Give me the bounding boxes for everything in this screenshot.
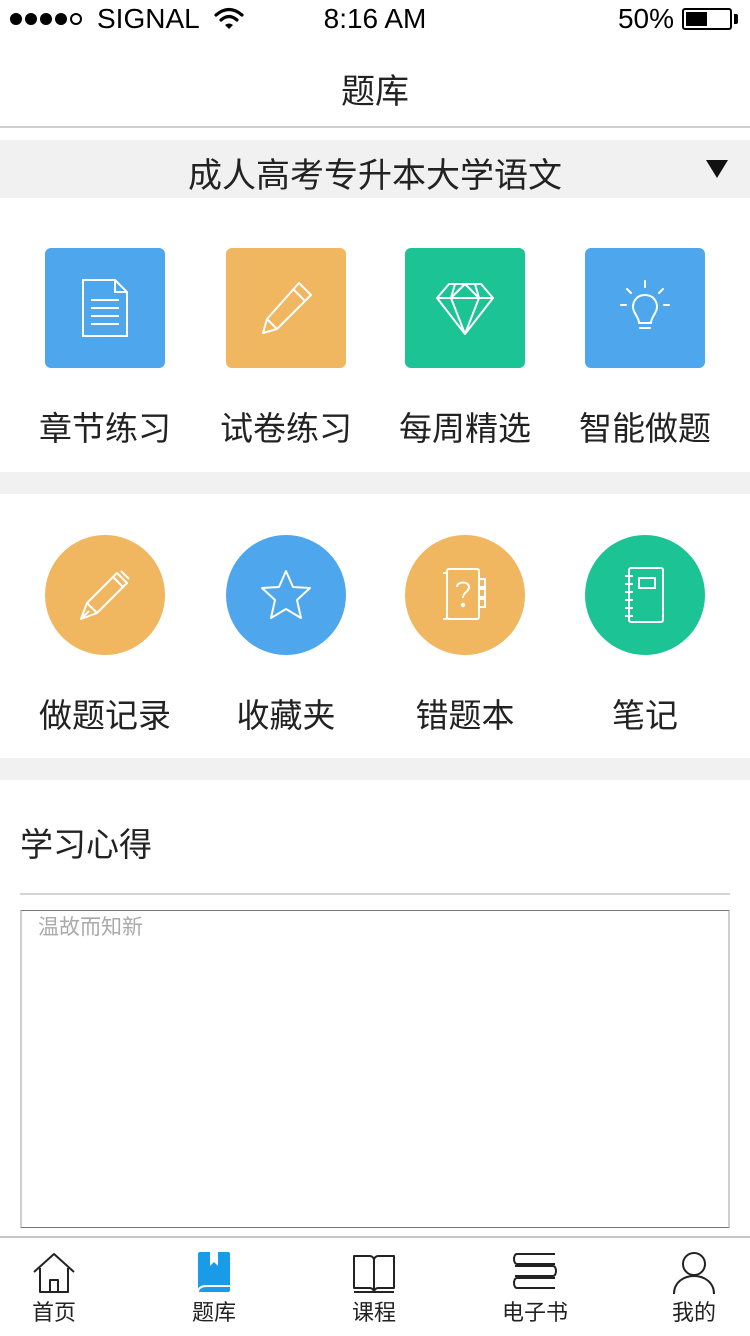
- tab-courses[interactable]: 课程: [299, 1238, 449, 1336]
- section-separator: [0, 472, 750, 494]
- tab-label: 题库: [191, 1301, 236, 1326]
- section-separator: [0, 758, 750, 780]
- tile-label: 智能做题: [579, 409, 711, 448]
- tab-label: 我的: [671, 1301, 716, 1326]
- tile-label: 试卷练习: [220, 409, 352, 448]
- practice-section: 章节练习 试卷练习 每周精选 智能做题: [0, 198, 750, 472]
- tab-home[interactable]: 首页: [0, 1238, 129, 1336]
- diamond-icon: [405, 248, 525, 368]
- document-icon: [45, 248, 165, 368]
- battery-icon: [682, 8, 732, 30]
- tab-bar: 首页 题库 课程 电子书 我的: [0, 1236, 750, 1336]
- pen-icon: [45, 535, 165, 655]
- tools-section: 做题记录 收藏夹 错题本 笔记: [0, 494, 750, 758]
- page-title: 题库: [341, 72, 409, 112]
- tab-question-bank[interactable]: 题库: [139, 1238, 289, 1336]
- notes-title: 学习心得: [20, 825, 152, 864]
- tile-label: 章节练习: [39, 409, 171, 448]
- tile-label: 笔记: [612, 696, 678, 735]
- home-icon: [33, 1253, 75, 1293]
- tile-practice-record[interactable]: 做题记录: [15, 535, 195, 737]
- nav-bar: 题库: [0, 44, 750, 128]
- person-icon: [673, 1252, 715, 1295]
- dropdown-arrow-icon[interactable]: [706, 160, 728, 178]
- open-book-icon: [353, 1255, 395, 1293]
- notebook-icon: [585, 535, 705, 655]
- tile-label: 做题记录: [39, 696, 171, 735]
- status-bar: SIGNAL 8:16 AM 50%: [0, 0, 750, 40]
- tab-label: 首页: [31, 1301, 76, 1326]
- tile-wrong-questions[interactable]: 错题本: [375, 535, 555, 737]
- tile-label: 每周精选: [399, 409, 531, 448]
- divider: [20, 893, 730, 895]
- tile-favorites[interactable]: 收藏夹: [196, 535, 376, 737]
- tab-profile[interactable]: 我的: [619, 1238, 750, 1336]
- status-right: 50%: [618, 3, 738, 35]
- tile-label: 收藏夹: [236, 696, 336, 735]
- tile-notes[interactable]: 笔记: [555, 535, 735, 737]
- tile-chapter-practice[interactable]: 章节练习: [15, 248, 195, 450]
- star-icon: [226, 535, 346, 655]
- tile-weekly-selection[interactable]: 每周精选: [375, 248, 555, 450]
- lightbulb-icon: [585, 248, 705, 368]
- subject-selector[interactable]: 成人高考专升本大学语文: [0, 140, 750, 198]
- tile-exam-practice[interactable]: 试卷练习: [196, 248, 376, 450]
- tile-label: 错题本: [415, 696, 515, 735]
- tile-smart-practice[interactable]: 智能做题: [555, 248, 735, 450]
- question-book-icon: [405, 535, 525, 655]
- pencil-icon: [226, 248, 346, 368]
- tab-label: 电子书: [501, 1301, 568, 1326]
- tab-ebooks[interactable]: 电子书: [460, 1238, 610, 1336]
- question-bank-icon: [197, 1252, 230, 1293]
- notes-input[interactable]: [20, 910, 730, 1228]
- battery-percent: 50%: [617, 3, 674, 34]
- subject-selected-label: 成人高考专升本大学语文: [188, 156, 562, 196]
- battery-tip: [734, 14, 738, 24]
- tab-label: 课程: [351, 1301, 396, 1326]
- books-stack-icon: [513, 1253, 557, 1289]
